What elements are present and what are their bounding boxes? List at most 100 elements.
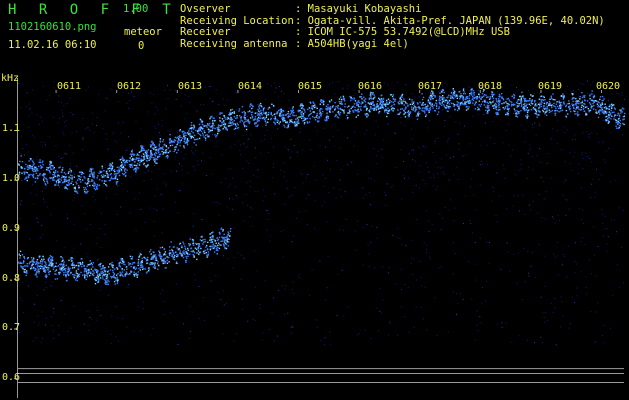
signal-point bbox=[354, 109, 356, 111]
noise-dot bbox=[479, 322, 481, 324]
noise-dot bbox=[236, 109, 237, 111]
signal-point bbox=[151, 256, 153, 258]
signal-point bbox=[429, 109, 431, 111]
noise-dot bbox=[433, 177, 435, 178]
signal-point bbox=[49, 166, 52, 169]
signal-point bbox=[305, 118, 308, 120]
signal-point bbox=[110, 263, 112, 265]
noise-dot bbox=[63, 105, 65, 107]
signal-point bbox=[185, 261, 187, 264]
noise-dot bbox=[39, 237, 41, 239]
noise-dot bbox=[432, 110, 434, 112]
signal-point bbox=[520, 101, 523, 103]
noise-dot bbox=[442, 217, 443, 219]
noise-dot bbox=[368, 266, 370, 268]
signal-point bbox=[125, 174, 127, 177]
signal-point bbox=[36, 261, 39, 264]
signal-point bbox=[136, 167, 138, 169]
noise-dot bbox=[548, 107, 550, 109]
signal-point bbox=[49, 163, 51, 166]
signal-point bbox=[238, 110, 240, 112]
signal-point bbox=[117, 180, 119, 183]
signal-point bbox=[70, 171, 72, 173]
signal-point bbox=[409, 111, 412, 113]
signal-point bbox=[151, 156, 153, 158]
signal-point bbox=[163, 253, 166, 255]
noise-dot bbox=[310, 149, 312, 151]
noise-dot bbox=[575, 91, 577, 93]
signal-point bbox=[301, 117, 303, 119]
signal-point bbox=[181, 130, 183, 133]
noise-dot bbox=[566, 129, 568, 131]
signal-point bbox=[188, 140, 190, 142]
noise-dot bbox=[569, 152, 571, 154]
signal-point bbox=[93, 175, 95, 177]
signal-point bbox=[141, 155, 143, 157]
noise-dot bbox=[227, 169, 229, 171]
signal-point bbox=[390, 106, 392, 108]
signal-point bbox=[441, 98, 443, 100]
signal-point bbox=[21, 161, 24, 163]
noise-dot bbox=[279, 169, 281, 171]
signal-point bbox=[414, 110, 416, 113]
signal-point bbox=[304, 122, 306, 124]
signal-point bbox=[216, 132, 219, 135]
signal-point bbox=[54, 278, 57, 280]
noise-dot bbox=[539, 125, 541, 126]
noise-dot bbox=[479, 316, 481, 318]
signal-point bbox=[230, 122, 232, 124]
signal-point bbox=[85, 278, 87, 281]
signal-point bbox=[309, 110, 311, 112]
signal-point bbox=[606, 117, 609, 120]
signal-point bbox=[591, 99, 593, 101]
noise-dot bbox=[69, 144, 71, 146]
noise-dot bbox=[239, 149, 241, 151]
noise-dot bbox=[160, 293, 162, 295]
signal-point bbox=[458, 106, 460, 108]
signal-point bbox=[257, 124, 259, 126]
signal-point bbox=[434, 95, 436, 97]
signal-point bbox=[68, 184, 70, 186]
signal-point bbox=[199, 133, 201, 135]
noise-dot bbox=[580, 187, 582, 189]
signal-point bbox=[72, 273, 74, 276]
signal-point bbox=[184, 253, 186, 255]
signal-point bbox=[491, 93, 493, 96]
signal-point bbox=[209, 245, 211, 248]
signal-point bbox=[60, 268, 63, 271]
signal-point bbox=[369, 94, 371, 96]
signal-point bbox=[346, 106, 349, 108]
signal-point bbox=[614, 114, 616, 116]
signal-point bbox=[245, 120, 247, 122]
signal-point bbox=[545, 111, 547, 113]
signal-point bbox=[225, 247, 228, 250]
signal-point bbox=[116, 178, 119, 180]
signal-point bbox=[221, 236, 224, 239]
signal-point bbox=[556, 105, 559, 108]
signal-point bbox=[614, 119, 617, 121]
noise-dot bbox=[404, 124, 406, 126]
signal-point bbox=[150, 249, 152, 251]
noise-dot bbox=[570, 91, 572, 93]
signal-point bbox=[33, 167, 36, 169]
signal-point bbox=[218, 231, 221, 234]
signal-point bbox=[213, 120, 216, 122]
signal-point bbox=[621, 107, 624, 109]
signal-point bbox=[316, 114, 318, 117]
noise-dot bbox=[491, 186, 493, 188]
noise-dot bbox=[411, 149, 413, 151]
signal-point bbox=[86, 182, 89, 184]
signal-point bbox=[93, 173, 95, 176]
signal-point bbox=[510, 105, 513, 107]
signal-point bbox=[47, 182, 49, 184]
signal-point bbox=[121, 268, 123, 270]
signal-point bbox=[104, 175, 106, 177]
noise-dot bbox=[616, 231, 618, 233]
info-value: : Masayuki Kobayashi bbox=[295, 3, 422, 15]
signal-point bbox=[370, 91, 372, 94]
noise-dot bbox=[450, 199, 452, 201]
noise-dot bbox=[412, 191, 414, 193]
signal-point bbox=[431, 95, 433, 98]
signal-point bbox=[109, 163, 111, 165]
signal-point bbox=[154, 259, 157, 261]
